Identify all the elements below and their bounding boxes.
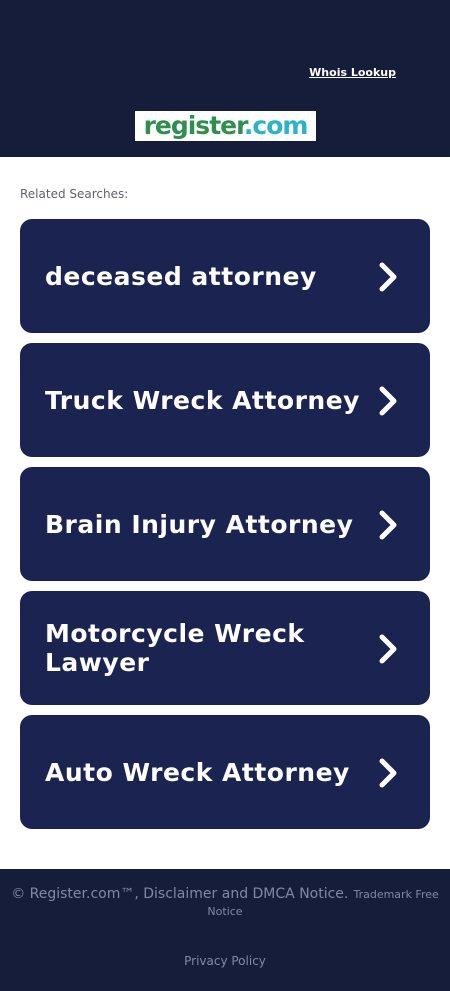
chevron-right-icon [379,262,397,292]
chevron-right-icon [379,758,397,788]
card-label: Motorcycle Wreck Lawyer [45,619,305,677]
related-search-card[interactable]: Brain Injury Attorney [20,467,430,581]
card-label: Brain Injury Attorney [45,509,354,539]
copyright-notice: © Register.com™, Disclaimer and DMCA Not… [8,885,442,919]
register-logo[interactable]: register.com [135,111,316,141]
chevron-right-icon [379,634,397,664]
chevron-right-icon [379,510,397,540]
logo-main: register [143,111,245,140]
card-label: deceased attorney [45,261,317,291]
whois-lookup-link[interactable]: Whois Lookup [309,66,396,79]
logo-text: register.com [143,111,309,141]
related-search-card[interactable]: deceased attorney [20,219,430,333]
related-searches-label: Related Searches: [20,187,129,201]
card-label: Auto Wreck Attorney [45,757,350,787]
card-label: Truck Wreck Attorney [45,385,360,415]
copyright-text[interactable]: © Register.com™, Disclaimer and DMCA Not… [11,886,348,902]
header: Whois Lookup register.com [0,0,450,157]
related-search-card[interactable]: Auto Wreck Attorney [20,715,430,829]
related-search-card[interactable]: Motorcycle Wreck Lawyer [20,591,430,705]
related-search-card[interactable]: Truck Wreck Attorney [20,343,430,457]
logo-dotcom: .com [243,111,309,140]
chevron-right-icon [379,386,397,416]
privacy-policy-link[interactable]: Privacy Policy [0,954,450,968]
